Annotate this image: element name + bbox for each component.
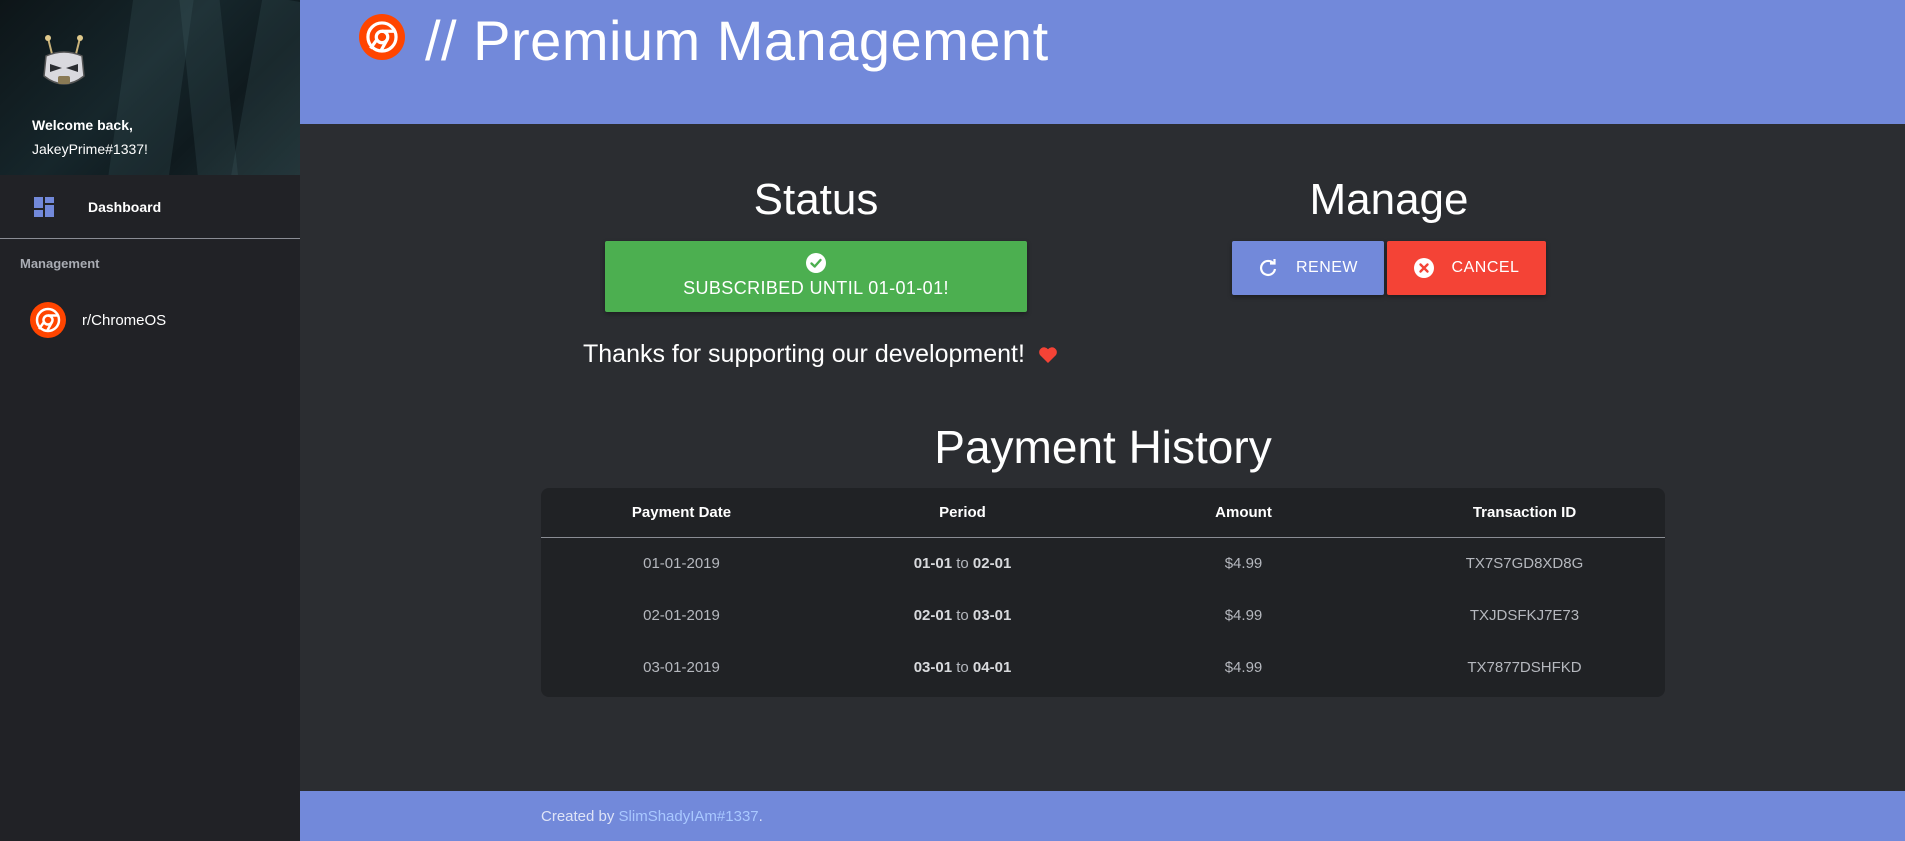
sidebar-item-r-chromeos-label: r/ChromeOS	[82, 311, 167, 329]
welcome-line-1: Welcome back,	[32, 117, 133, 133]
period-from: 01-01	[913, 555, 953, 572]
welcome-message: Welcome back, JakeyPrime#1337!	[32, 113, 148, 161]
period-from: 03-01	[913, 659, 953, 676]
sidebar-section-management: Management	[20, 256, 100, 271]
transaction-id-cell: TX7877DSHFKD	[1467, 659, 1582, 676]
amount-cell: $4.99	[1224, 607, 1263, 624]
sidebar-item-dashboard-label: Dashboard	[88, 198, 162, 215]
refresh-icon	[1259, 259, 1277, 276]
transaction-id-cell: TXJDSFKJ7E73	[1469, 607, 1580, 624]
table-row: 01-01-2019 01-01 to 02-01 $4.99 TX7S7GD8…	[541, 538, 1665, 590]
transaction-id-cell: TX7S7GD8XD8G	[1465, 555, 1584, 572]
manage-title: Manage	[1309, 175, 1469, 224]
user-avatar[interactable]	[38, 34, 90, 94]
chrome-logo-icon	[359, 14, 405, 60]
table-row: 02-01-2019 02-01 to 03-01 $4.99 TXJDSFKJ…	[541, 590, 1665, 642]
status-title: Status	[753, 175, 879, 224]
period-to: 02-01	[972, 555, 1012, 572]
chrome-logo-icon	[30, 302, 66, 338]
cancel-button-label: CANCEL	[1451, 259, 1520, 276]
amount-cell: $4.99	[1224, 659, 1263, 676]
column-header-amount[interactable]: Amount	[1103, 488, 1384, 537]
thanks-message: Thanks for supporting our development!	[583, 340, 1058, 369]
thanks-text: Thanks for supporting our development!	[583, 340, 1025, 368]
welcome-username: JakeyPrime#1337!	[32, 141, 148, 157]
payment-date-cell: 02-01-2019	[643, 607, 720, 624]
footer-author-link[interactable]: SlimShadyIAm#1337	[619, 808, 759, 825]
page-title: // Premium Management	[425, 9, 1049, 72]
subscription-status-text: SUBSCRIBED UNTIL 01-01-01!	[683, 278, 949, 298]
payment-date-cell: 03-01-2019	[643, 659, 720, 676]
payment-history-table: Payment Date Period Amount Transaction I…	[541, 488, 1665, 697]
period-cell: 03-01 to 04-01	[822, 642, 1103, 694]
close-circle-icon	[1413, 258, 1434, 278]
period-cell: 02-01 to 03-01	[822, 590, 1103, 642]
table-row: 03-01-2019 03-01 to 04-01 $4.99 TX7877DS…	[541, 642, 1665, 694]
renew-button-label: RENEW	[1295, 259, 1359, 276]
page-header: // Premium Management	[300, 0, 1905, 124]
amount-cell: $4.99	[1224, 555, 1263, 572]
period-cell: 01-01 to 02-01	[822, 538, 1103, 590]
subscription-status-badge: SUBSCRIBED UNTIL 01-01-01!	[605, 241, 1027, 312]
period-to: 03-01	[972, 607, 1012, 624]
payment-history-title: Payment History	[934, 421, 1272, 473]
check-circle-icon	[806, 253, 826, 273]
sidebar-item-dashboard[interactable]: Dashboard	[0, 175, 300, 239]
period-separator: to	[956, 555, 969, 572]
page-footer: Created by SlimShadyIAm#1337.	[300, 791, 1905, 841]
renew-button[interactable]: RENEW	[1232, 241, 1384, 295]
footer-credit: Created by SlimShadyIAm#1337.	[541, 808, 763, 825]
payment-date-cell: 01-01-2019	[643, 555, 720, 572]
column-header-transaction-id[interactable]: Transaction ID	[1384, 488, 1665, 537]
dashboard-icon	[34, 196, 54, 217]
heart-icon	[1039, 347, 1057, 364]
sidebar-item-r-chromeos[interactable]: r/ChromeOS	[0, 300, 300, 340]
column-header-period[interactable]: Period	[822, 488, 1103, 537]
table-header: Payment Date Period Amount Transaction I…	[541, 488, 1665, 538]
period-separator: to	[956, 659, 969, 676]
cancel-button[interactable]: CANCEL	[1387, 241, 1546, 295]
footer-prefix: Created by	[541, 808, 615, 825]
period-separator: to	[956, 607, 969, 624]
sidebar: Welcome back, JakeyPrime#1337! Dashboard…	[0, 0, 300, 841]
sidebar-header: Welcome back, JakeyPrime#1337!	[0, 0, 300, 175]
period-to: 04-01	[972, 659, 1012, 676]
column-header-payment-date[interactable]: Payment Date	[541, 488, 822, 537]
period-from: 02-01	[913, 607, 953, 624]
footer-suffix: .	[758, 808, 763, 825]
